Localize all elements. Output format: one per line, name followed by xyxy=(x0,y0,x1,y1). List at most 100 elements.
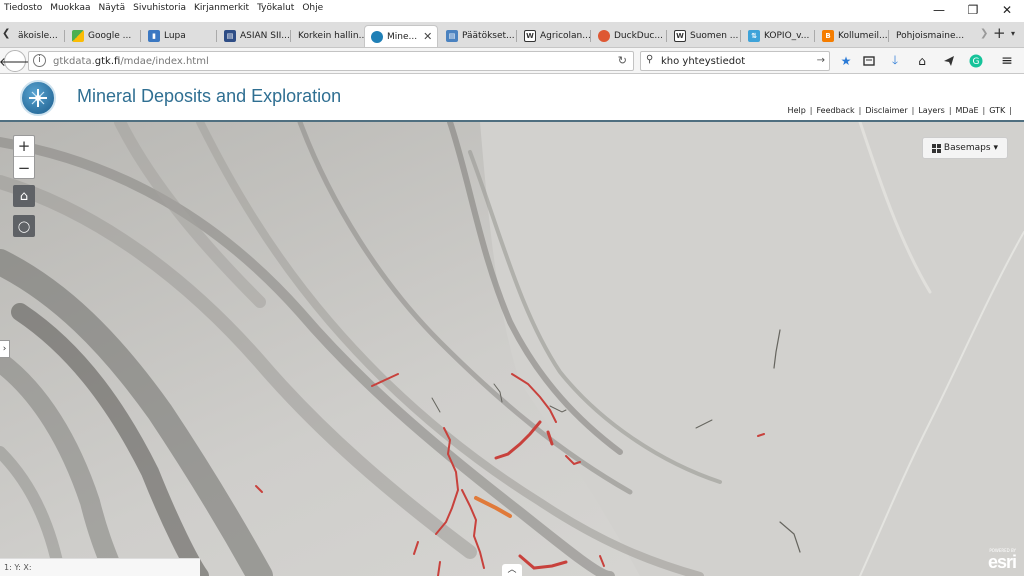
menu-nayta[interactable]: Näytä xyxy=(98,3,125,13)
tab-separator xyxy=(216,30,217,42)
reading-list-icon[interactable] xyxy=(860,53,878,69)
tab-label: Agricolan... xyxy=(540,31,590,41)
close-tab-icon[interactable]: ✕ xyxy=(423,30,432,43)
grammarly-icon[interactable]: G xyxy=(967,53,985,69)
tab-lupa[interactable]: ▮ Lupa xyxy=(142,25,216,47)
url-path: /mdae/index.html xyxy=(120,56,209,67)
layers-link[interactable]: Layers xyxy=(918,106,944,115)
esri-logo[interactable]: POWERED BY esri xyxy=(978,548,1018,572)
tab-separator xyxy=(814,30,815,42)
globe-icon xyxy=(371,30,383,43)
tab-duckduckgo[interactable]: DuckDuc... xyxy=(592,25,666,47)
tab-label: äkoisle... xyxy=(18,31,58,41)
tab-label: KOPIO_v... xyxy=(764,31,810,41)
tab-label: Google ... xyxy=(88,31,132,41)
close-window-button[interactable]: ✕ xyxy=(990,0,1024,20)
disclaimer-link[interactable]: Disclaimer xyxy=(865,106,907,115)
bottom-panel-toggle[interactable]: ︿ xyxy=(502,564,522,576)
tab-korkein-hallinto[interactable]: Korkein hallin... xyxy=(292,25,364,47)
app-header: Mineral Deposits and Exploration Help | F… xyxy=(0,75,1024,122)
send-icon[interactable] xyxy=(940,53,958,69)
bookmark-star-icon[interactable]: ★ xyxy=(837,53,855,69)
browser-window: Tiedosto Muokkaa Näytä Sivuhistoria Kirj… xyxy=(0,0,1024,576)
zoom-out-button[interactable]: − xyxy=(14,157,34,178)
home-icon[interactable]: ⌂ xyxy=(913,53,931,69)
tab-label: Lupa xyxy=(164,31,186,41)
link-separator: | xyxy=(1009,106,1012,115)
back-arrow-icon: 🡐 xyxy=(0,54,32,69)
help-link[interactable]: Help xyxy=(788,106,806,115)
site-info-icon[interactable]: i xyxy=(33,54,46,67)
menu-tiedosto[interactable]: Tiedosto xyxy=(4,3,42,13)
tab-separator xyxy=(290,30,291,42)
menu-kirjanmerkit[interactable]: Kirjanmerkit xyxy=(194,3,249,13)
hamburger-menu-icon[interactable]: ≡ xyxy=(998,53,1016,69)
tab-asian-sii[interactable]: ▤ ASIAN SII... xyxy=(218,25,290,47)
chart-icon: ▮ xyxy=(148,30,160,42)
address-bar[interactable]: i gtkdata.gtk.fi/mdae/index.html ↻ xyxy=(28,51,634,71)
zoom-in-button[interactable]: + xyxy=(14,136,34,157)
map-view[interactable]: + − ⌂ ◯ Basemaps ▾ › 1: Y: X: ︿ POWERED … xyxy=(0,122,1024,576)
menu-tyokalut[interactable]: Työkalut xyxy=(257,3,294,13)
tab-list-dropdown-icon[interactable]: ▾ xyxy=(1011,29,1015,38)
basemaps-button[interactable]: Basemaps ▾ xyxy=(922,137,1008,159)
menu-ohje[interactable]: Ohje xyxy=(302,3,323,13)
link-separator: | xyxy=(948,106,952,115)
tab-scroll-left-icon[interactable]: ❮ xyxy=(2,28,10,39)
doc-icon: ▤ xyxy=(224,30,236,42)
new-tab-button[interactable]: + xyxy=(993,24,1006,42)
locate-icon: ◯ xyxy=(17,219,31,233)
tab-kopio[interactable]: ⇅ KOPIO_v... xyxy=(742,25,814,47)
tab-kollumeil[interactable]: B Kollumeil... xyxy=(816,25,888,47)
locate-button[interactable]: ◯ xyxy=(13,215,35,237)
url-text[interactable]: gtkdata.gtk.fi/mdae/index.html xyxy=(53,56,209,67)
gtk-globe-logo xyxy=(20,80,56,116)
esri-wordmark: esri xyxy=(987,552,1017,572)
tab-label: Mine... xyxy=(387,31,418,42)
drive-icon: ⇅ xyxy=(748,30,760,42)
aerial-imagery xyxy=(0,122,1024,576)
blogger-icon: B xyxy=(822,30,834,42)
w-icon: W xyxy=(524,30,536,42)
header-links: Help | Feedback | Disclaimer | Layers | MDaE… xyxy=(788,106,1012,115)
google-maps-icon xyxy=(72,30,84,42)
feedback-link[interactable]: Feedback xyxy=(817,106,855,115)
reload-icon[interactable]: ↻ xyxy=(618,54,627,67)
basemaps-label: Basemaps xyxy=(943,143,991,153)
tab-label: Suomen ... xyxy=(690,31,739,41)
url-subdomain: gtkdata. xyxy=(53,56,95,67)
tab-akoisle[interactable]: äkoisle... xyxy=(12,25,64,47)
tab-separator xyxy=(666,30,667,42)
menu-sivuhistoria[interactable]: Sivuhistoria xyxy=(133,3,186,13)
home-icon: ⌂ xyxy=(19,188,29,204)
downloads-icon[interactable]: 🡓 xyxy=(886,53,904,69)
side-panel-toggle[interactable]: › xyxy=(0,340,10,358)
home-extent-button[interactable]: ⌂ xyxy=(13,185,35,207)
search-bar[interactable]: ⚲ kho yhteystiedot → xyxy=(640,51,830,71)
tab-label: Päätökset... xyxy=(462,31,515,41)
search-input[interactable]: kho yhteystiedot xyxy=(661,56,745,67)
tab-label: DuckDuc... xyxy=(614,31,663,41)
tab-label: Kollumeil... xyxy=(838,31,888,41)
tab-scroll-right-icon[interactable]: ❯ xyxy=(980,28,988,39)
tab-agricola[interactable]: W Agricolan... xyxy=(518,25,590,47)
back-button[interactable]: 🡐 xyxy=(0,50,31,72)
minimize-button[interactable]: — xyxy=(922,0,956,20)
tab-paatokset[interactable]: ▤ Päätökset... xyxy=(440,25,516,47)
url-domain: gtk.fi xyxy=(94,56,121,67)
tab-mineral-active[interactable]: Mine... ✕ xyxy=(364,25,438,47)
gtk-link[interactable]: GTK xyxy=(989,106,1005,115)
search-go-icon[interactable]: → xyxy=(817,55,825,66)
tab-pohjoismaine[interactable]: Pohjoismaine... xyxy=(890,25,976,47)
tab-separator xyxy=(64,30,65,42)
tab-google-maps[interactable]: Google ... xyxy=(66,25,140,47)
chevron-down-icon: ▾ xyxy=(993,143,999,153)
tab-label: ASIAN SII... xyxy=(240,31,290,41)
tab-separator xyxy=(740,30,741,42)
tab-suomen[interactable]: W Suomen ... xyxy=(668,25,740,47)
menu-muokkaa[interactable]: Muokkaa xyxy=(50,3,90,13)
mdae-link[interactable]: MDaE xyxy=(956,106,979,115)
grid-icon xyxy=(931,143,941,153)
restore-button[interactable]: ❐ xyxy=(956,0,990,20)
doc-icon: ▤ xyxy=(446,30,458,42)
